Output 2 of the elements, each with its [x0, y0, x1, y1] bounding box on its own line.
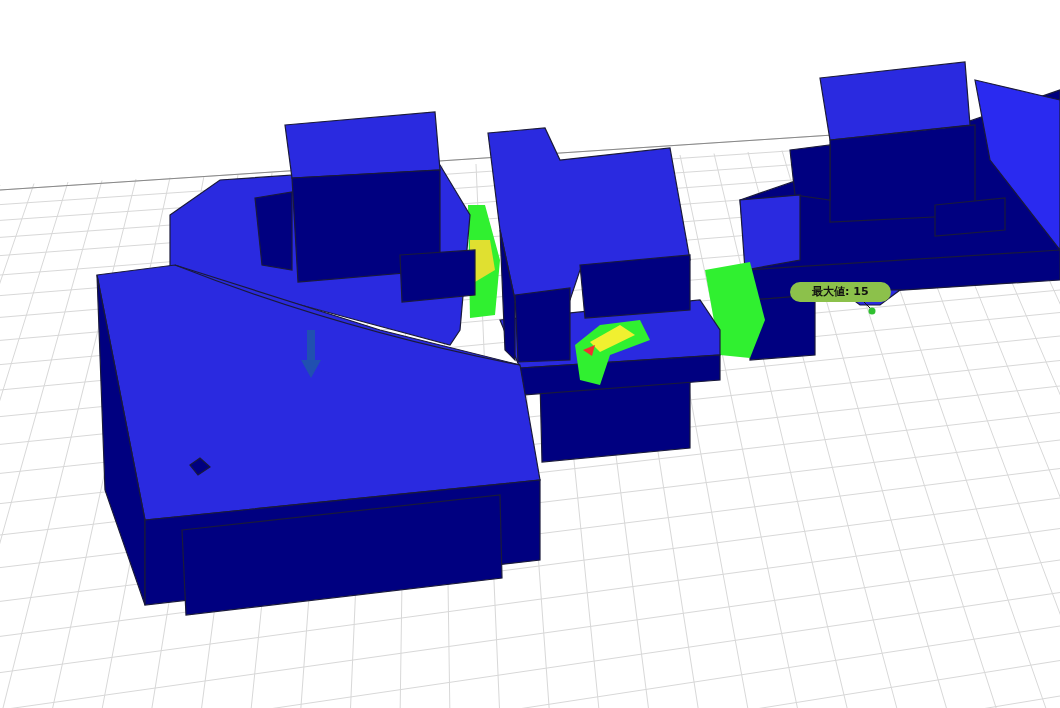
load-arrow-icon — [301, 330, 321, 378]
probe-value-label: 最大値: 15 — [790, 282, 891, 302]
